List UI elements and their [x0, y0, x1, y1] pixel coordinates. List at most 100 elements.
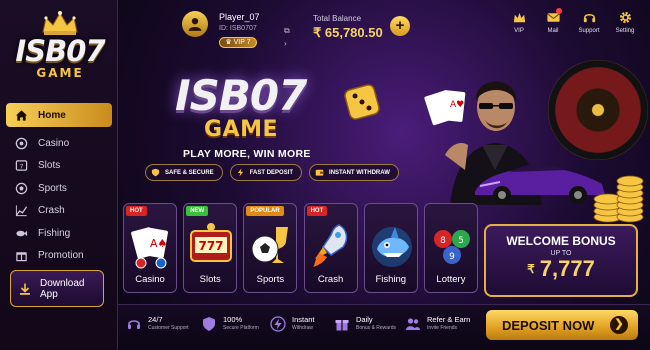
perk-subtitle: Withdraw	[292, 325, 313, 331]
add-funds-button[interactable]: +	[390, 16, 410, 36]
hot-badge: HOT	[306, 206, 328, 216]
download-label-app: App	[40, 288, 58, 300]
mail-button[interactable]: Mail	[538, 8, 568, 34]
download-app-button[interactable]: Download App	[10, 270, 104, 307]
download-icon	[20, 283, 30, 295]
game-card-lottery[interactable]: 8 59 Lottery	[423, 203, 478, 293]
popular-badge: POPULAR	[246, 206, 284, 216]
game-card-crash[interactable]: HOT Crash	[303, 203, 358, 293]
arrow-right-icon: ❯	[610, 316, 628, 334]
mail-label: Mail	[547, 28, 559, 34]
perk-daily: Daily Bonus & Rewards	[334, 315, 396, 332]
vip-level: VIP 7	[233, 39, 251, 46]
perk-title: Daily	[356, 315, 373, 324]
sidebar-item-fishing[interactable]: Fishing	[6, 222, 112, 244]
brand-logo[interactable]: ISB07 GAME	[8, 10, 112, 90]
dice-icon	[344, 84, 380, 120]
car-illustration	[475, 164, 605, 204]
sidebar-item-label: Promotion	[38, 250, 84, 261]
gift-icon	[335, 319, 349, 330]
svg-text:7: 7	[19, 162, 23, 170]
cards-icon: A♠	[128, 219, 174, 271]
hero-tagline: PLAY MORE, WIN MORE	[183, 148, 311, 160]
game-card-sports[interactable]: POPULAR Sports	[243, 203, 298, 293]
game-card-label: Crash	[317, 274, 344, 285]
download-label: Download	[40, 277, 85, 289]
sidebar-item-label: Fishing	[38, 227, 71, 239]
sidebar-item-slots[interactable]: 7 Slots	[6, 155, 112, 177]
sidebar-nav: Home Casino 7 Slots Sports Crash Fishing	[6, 103, 112, 267]
home-icon	[15, 109, 28, 121]
fish-icon	[16, 230, 28, 236]
sidebar: ISB07 GAME Home Casino 7 Slots Sports Cr…	[0, 0, 118, 350]
lottery-balls-icon: 8 59	[429, 219, 475, 271]
feature-fast-deposit: FAST DEPOSIT	[229, 164, 303, 181]
feature-safe-secure: SAFE & SECURE	[145, 164, 223, 181]
lightning-icon	[270, 315, 286, 332]
wallet-icon	[315, 169, 324, 176]
welcome-bonus-card[interactable]: WELCOME BONUS UP TO ₹7,777	[484, 224, 638, 297]
feature-label: INSTANT WITHDRAW	[329, 169, 390, 176]
sidebar-item-crash[interactable]: Crash	[6, 200, 112, 222]
support-button[interactable]: Support	[574, 10, 604, 34]
feature-label: SAFE & SECURE	[165, 169, 214, 176]
game-card-label: Casino	[135, 274, 165, 285]
vip-label: VIP	[514, 28, 524, 34]
perk-support: 24/7 Customer Support	[126, 315, 189, 332]
deposit-label: DEPOSIT NOW	[502, 317, 595, 333]
perk-subtitle: Invite Friends	[427, 325, 458, 331]
game-card-slots[interactable]: NEW 777 Slots	[183, 203, 238, 293]
settings-button[interactable]: Setting	[610, 10, 640, 34]
rocket-icon	[309, 219, 355, 271]
sidebar-item-home[interactable]: Home	[6, 103, 112, 127]
copy-icon[interactable]: ⧉	[284, 27, 292, 35]
casino-chip-icon	[15, 137, 28, 149]
svg-text:5: 5	[458, 236, 464, 246]
game-card-casino[interactable]: HOT A♠ Casino	[123, 203, 177, 293]
user-icon	[188, 17, 202, 31]
lightning-icon	[237, 168, 243, 177]
game-card-fishing[interactable]: Fishing	[363, 203, 418, 293]
users-icon	[406, 317, 420, 330]
bottom-bar: 24/7 Customer Support 100% Secure Platform…	[118, 304, 650, 350]
app-frame: ISB07 GAME Home Casino 7 Slots Sports Cr…	[0, 0, 650, 350]
feature-label: FAST DEPOSIT	[249, 169, 294, 176]
vip-button[interactable]: VIP	[504, 10, 534, 34]
hero-title: ISB07	[175, 71, 307, 120]
logo-text: ISB07	[15, 34, 105, 68]
sidebar-item-label: Home	[38, 109, 66, 121]
perk-instant: Instant Withdraw	[270, 315, 315, 332]
svg-text:A♠: A♠	[150, 237, 167, 250]
game-category-list: HOT A♠ Casino NEW 777 Slots POPULAR Spor…	[123, 203, 484, 293]
logo-subtext: GAME	[36, 66, 84, 80]
headset-icon	[128, 319, 140, 329]
deposit-now-button[interactable]: DEPOSIT NOW ❯	[486, 310, 638, 340]
gift-icon	[16, 252, 27, 262]
hero-subtitle: GAME	[204, 117, 279, 142]
svg-text:8: 8	[440, 236, 446, 246]
info-icon[interactable]: ›	[284, 40, 292, 48]
sidebar-item-casino[interactable]: Casino	[6, 132, 112, 154]
crown-icon	[39, 10, 81, 36]
perk-secure: 100% Secure Platform	[201, 315, 259, 332]
feature-instant-withdraw: INSTANT WITHDRAW	[309, 164, 399, 181]
avatar[interactable]	[182, 11, 208, 37]
bonus-amount: ₹7,777	[486, 257, 636, 281]
bonus-value: 7,777	[539, 256, 595, 281]
notification-dot	[556, 8, 562, 14]
top-bar: Player_07 ID: ISB0707 ⧉ ♛ VIP 7 › Total …	[118, 0, 650, 50]
sidebar-item-promotion[interactable]: Promotion	[6, 245, 112, 267]
setting-label: Setting	[615, 28, 635, 34]
sidebar-item-sports[interactable]: Sports	[6, 177, 112, 199]
perk-subtitle: Secure Platform	[223, 325, 259, 331]
perk-title: Instant	[292, 315, 315, 324]
crown-icon	[513, 12, 525, 23]
balance-label: Total Balance	[313, 14, 362, 23]
sidebar-item-label: Crash	[38, 205, 65, 216]
perk-title: 24/7	[148, 315, 163, 324]
coins-illustration	[593, 175, 644, 223]
game-card-label: Fishing	[375, 274, 407, 285]
soccer-ball-icon	[248, 219, 294, 271]
hot-badge: HOT	[126, 206, 147, 216]
chart-trend-icon	[15, 205, 28, 217]
